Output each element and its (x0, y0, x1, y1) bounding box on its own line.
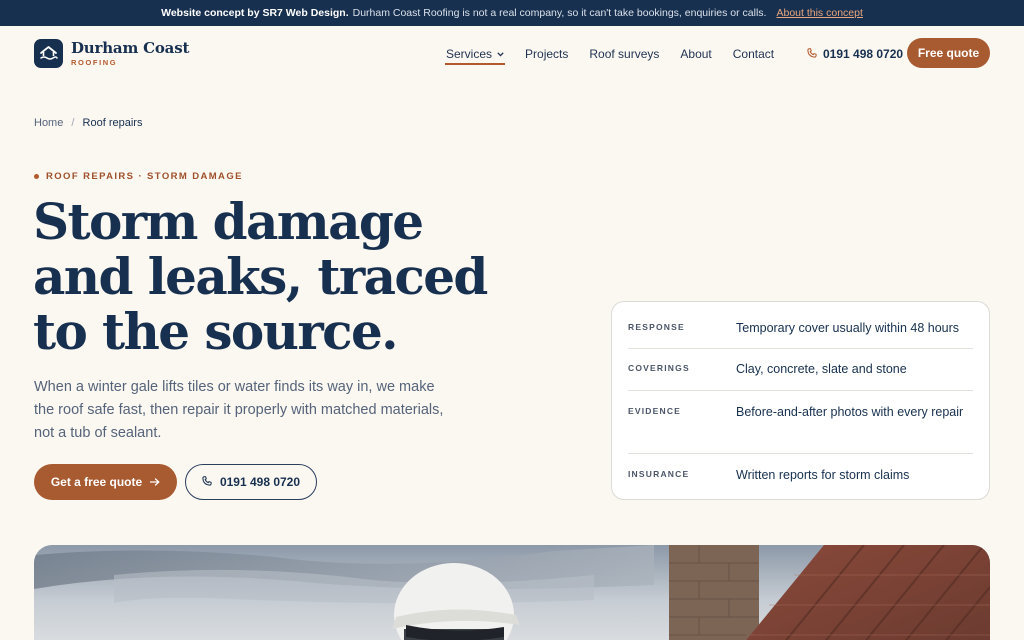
breadcrumb-home[interactable]: Home (34, 117, 63, 129)
fact-row: RESPONSE Temporary cover usually within … (628, 302, 973, 349)
main-nav: Services Projects Roof surveys About Con… (444, 26, 795, 82)
phone-icon (202, 475, 212, 489)
chevron-down-icon (497, 50, 504, 59)
title-line: and leaks, traced (33, 247, 488, 306)
breadcrumb-separator: / (71, 117, 75, 129)
site-header: Durham Coast ROOFING Services Projects R… (0, 26, 1024, 82)
title-line: to the source. (33, 302, 399, 361)
nav-item-projects[interactable]: Projects (525, 26, 568, 82)
nav-item-about[interactable]: About (680, 26, 711, 82)
breadcrumb-current: Roof repairs (82, 117, 143, 129)
cta-primary-label: Get a free quote (50, 475, 143, 489)
fact-key: RESPONSE (628, 322, 685, 332)
nav-item-label: Services (446, 47, 493, 61)
hero-eyebrow: ROOF REPAIRS · STORM DAMAGE (34, 171, 243, 182)
house-wave-icon (34, 39, 63, 68)
title-line: Storm damage (33, 192, 424, 251)
cta-secondary-label: 0191 498 0720 (219, 475, 301, 489)
fact-value: Before-and-after photos with every repai… (736, 405, 964, 419)
eyebrow-dot-icon (34, 174, 39, 179)
fact-value: Clay, concrete, slate and stone (736, 362, 907, 376)
about-concept-link[interactable]: About this concept (776, 7, 862, 19)
brand-sub: ROOFING (71, 58, 118, 67)
fact-value: Temporary cover usually within 48 hours (736, 321, 960, 335)
nav-item-label: Roof surveys (589, 47, 660, 61)
header-phone-link[interactable]: 0191 498 0720 (807, 26, 903, 82)
nav-item-services[interactable]: Services (444, 26, 506, 82)
free-quote-button[interactable]: Free quote (907, 38, 990, 68)
breadcrumb: Home / Roof repairs (34, 117, 142, 129)
eyebrow-text: ROOF REPAIRS · STORM DAMAGE (46, 171, 243, 182)
arrow-right-icon (150, 475, 160, 489)
banner-bold-text: Website concept by SR7 Web Design. (161, 7, 349, 19)
banner-text: Durham Coast Roofing is not a real compa… (352, 7, 767, 19)
nav-item-label: Contact (732, 47, 775, 61)
fact-key: COVERINGS (628, 363, 690, 373)
brand-name: Durham Coast (71, 39, 190, 57)
nav-item-label: About (680, 47, 712, 61)
phone-icon (807, 47, 817, 61)
page-title: Storm damage and leaks, traced to the so… (33, 194, 503, 359)
fact-key: EVIDENCE (628, 406, 682, 416)
fact-row: COVERINGS Clay, concrete, slate and ston… (628, 349, 973, 391)
hero-lede: When a winter gale lifts tiles or water … (34, 379, 444, 441)
fact-row: EVIDENCE Before-and-after photos with ev… (628, 391, 973, 454)
nav-item-label: Projects (525, 47, 569, 61)
nav-item-contact[interactable]: Contact (733, 26, 774, 82)
header-phone-number: 0191 498 0720 (823, 47, 904, 61)
fact-value: Written reports for storm claims (736, 468, 910, 482)
service-facts-card: RESPONSE Temporary cover usually within … (611, 301, 990, 500)
get-free-quote-button[interactable]: Get a free quote (34, 464, 177, 500)
nav-item-roof-surveys[interactable]: Roof surveys (589, 26, 659, 82)
brand-logo[interactable]: Durham Coast ROOFING (34, 39, 189, 68)
fact-key: INSURANCE (628, 469, 690, 479)
call-phone-button[interactable]: 0191 498 0720 (185, 464, 317, 500)
hero-photo (34, 545, 990, 640)
concept-banner: Website concept by SR7 Web Design. Durha… (0, 0, 1024, 26)
fact-row: INSURANCE Written reports for storm clai… (628, 454, 973, 500)
